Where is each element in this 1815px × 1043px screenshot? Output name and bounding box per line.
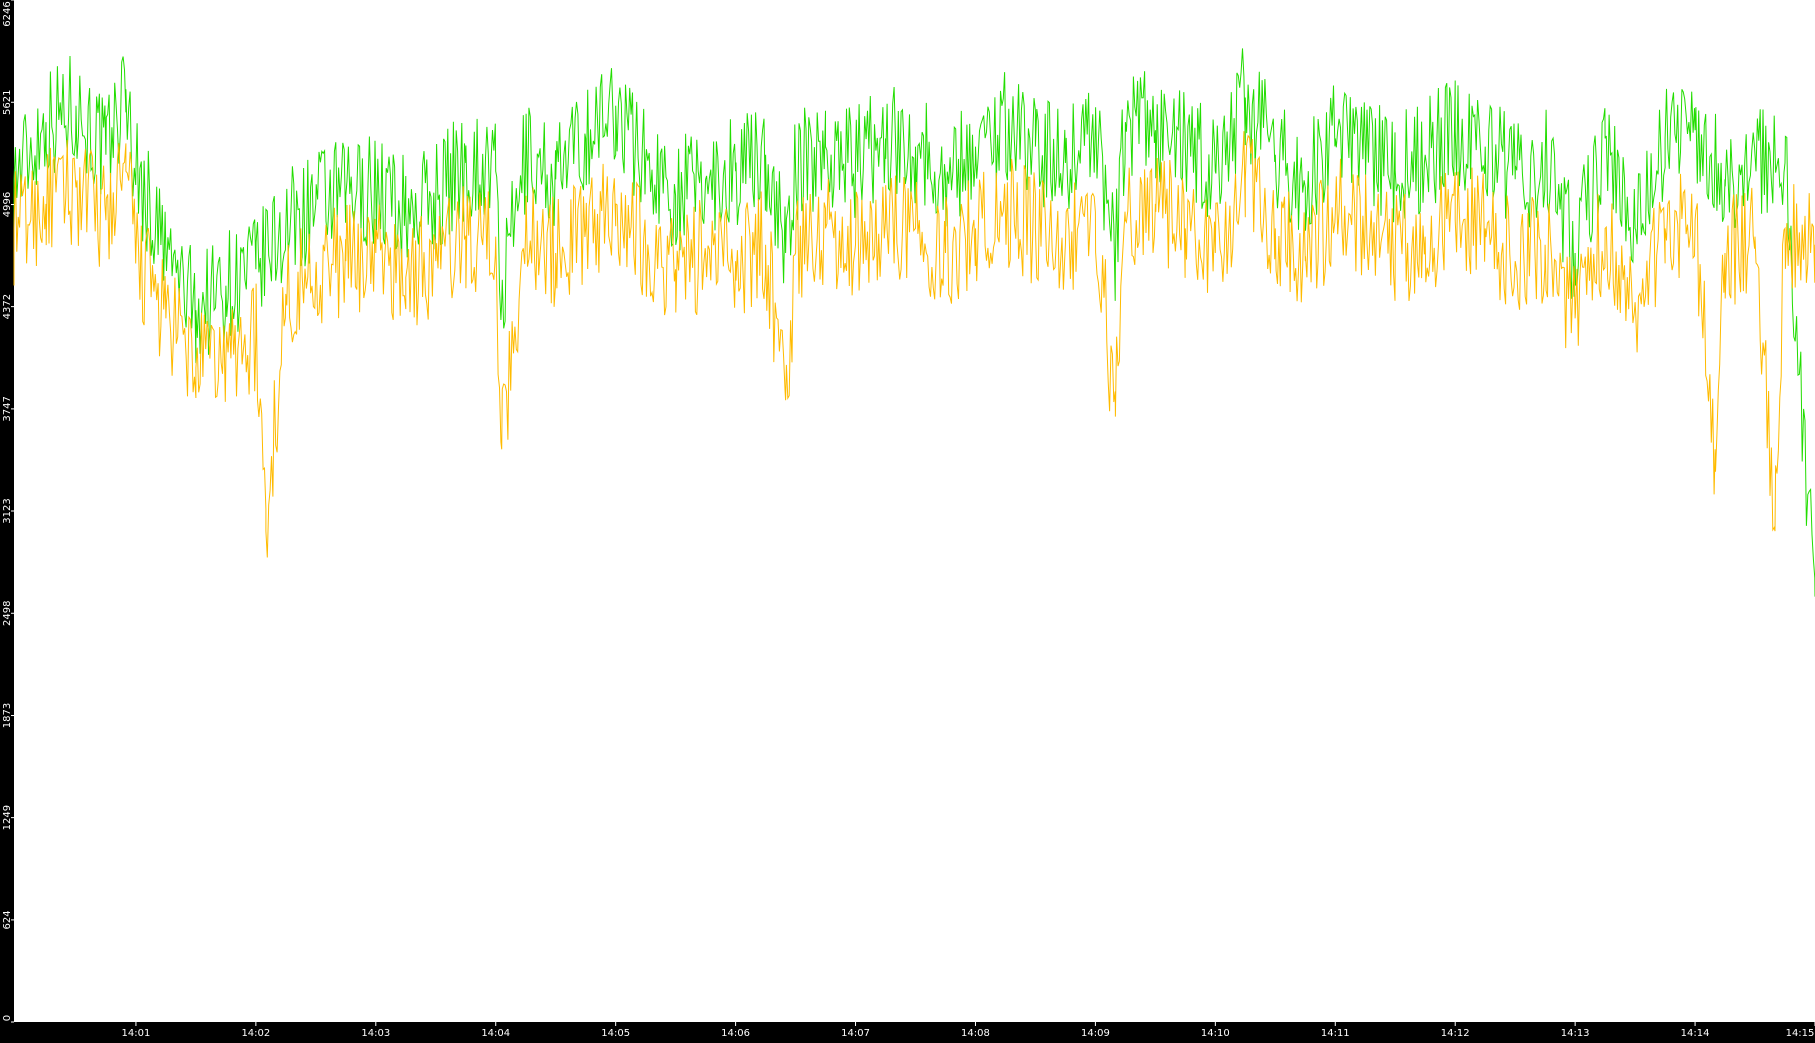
y-tick-label: 3123 [2, 498, 13, 523]
x-tick-label: 14:12 [1441, 1028, 1470, 1039]
line-chart: 0 624 1249 1873 2498 3123 3747 4372 4996 5621 6246… [2, 0, 1815, 1039]
x-axis: 14:01 14:02 14:03 14:04 14:05 14:06 14:07 14:08… [122, 1022, 1815, 1039]
y-tick-label: 1249 [2, 805, 13, 830]
x-tick-label: 14:10 [1201, 1028, 1230, 1039]
x-tick-label: 14:03 [361, 1028, 390, 1039]
x-tick-label: 14:14 [1681, 1028, 1710, 1039]
x-tick-label: 14:11 [1321, 1028, 1350, 1039]
x-tick-label: 14:02 [241, 1028, 270, 1039]
y-axis: 0 624 1249 1873 2498 3123 3747 4372 4996 5621 6246 [2, 0, 14, 1023]
x-tick-label: 14:13 [1561, 1028, 1590, 1039]
x-tick-label: 14:08 [961, 1028, 990, 1039]
x-tick-label: 14:04 [481, 1028, 510, 1039]
x-tick-label: 14:05 [601, 1028, 630, 1039]
y-tick-label: 624 [2, 910, 13, 929]
y-tick-label: 4372 [2, 294, 13, 319]
y-tick-label: 6246 [2, 1, 13, 26]
x-tick-label: 14:01 [122, 1028, 151, 1039]
chart-area: 0 624 1249 1873 2498 3123 3747 4372 4996 5621 6246… [0, 0, 1815, 1039]
x-tick-label: 14:15 [1786, 1028, 1815, 1039]
x-tick-label: 14:06 [721, 1028, 750, 1039]
x-tick-label: 14:09 [1081, 1028, 1110, 1039]
y-tick-label: 1873 [2, 703, 13, 728]
y-tick-label: 4996 [2, 192, 13, 217]
x-tick-label: 14:07 [841, 1028, 870, 1039]
y-tick-label: 3747 [2, 396, 13, 421]
y-tick-label: 0 [2, 1015, 13, 1021]
y-tick-label: 5621 [2, 90, 13, 115]
y-tick-label: 2498 [2, 601, 13, 626]
